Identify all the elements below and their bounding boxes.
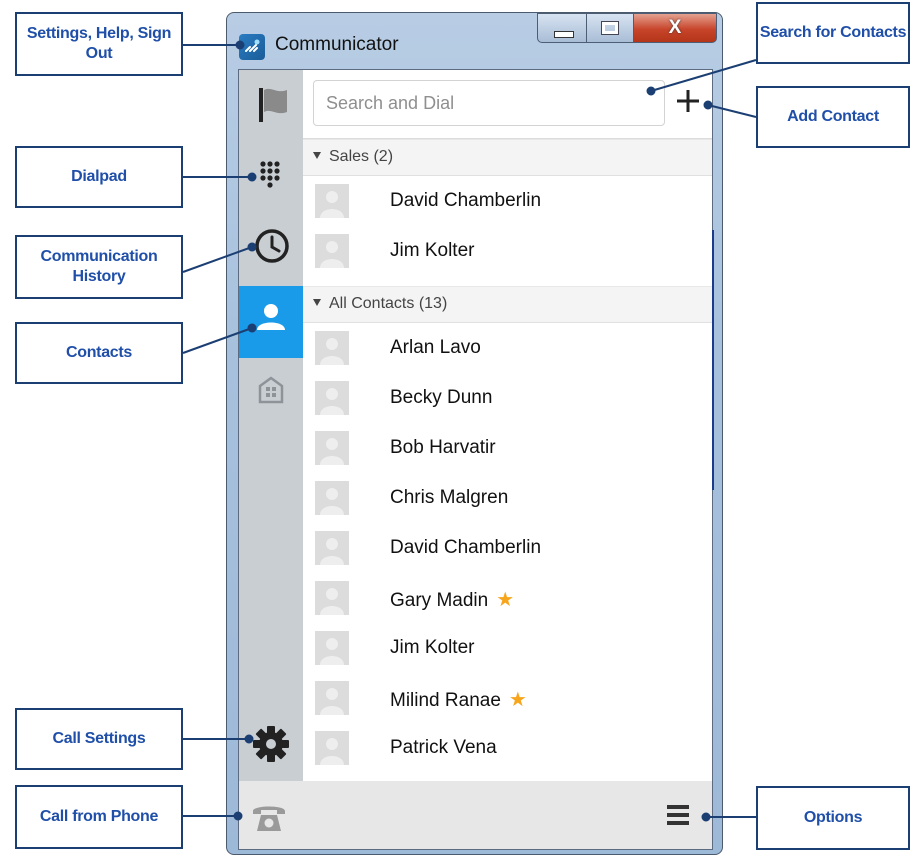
- contact-name: Jim Kolter: [390, 240, 475, 261]
- callout-history: Communication History: [15, 235, 183, 299]
- contact-name-wrap: Gary Madin ★: [390, 587, 514, 612]
- avatar: [315, 381, 349, 415]
- building-icon: [258, 376, 284, 404]
- group-header-all-contacts[interactable]: All Contacts (13): [303, 286, 712, 323]
- app-logo-icon[interactable]: [239, 34, 265, 60]
- collapse-triangle-icon: [313, 152, 321, 159]
- avatar: [315, 234, 349, 268]
- contact-row[interactable]: Jim Kolter: [303, 623, 712, 673]
- window-controls: X: [537, 13, 717, 43]
- client-area: Sales (2) David Chamberlin Jim Kolter Al…: [238, 69, 714, 850]
- contact-name: Milind Ranae: [390, 690, 501, 711]
- collapse-triangle-icon: [313, 299, 321, 306]
- contact-name: Gary Madin: [390, 590, 489, 611]
- callout-add-contact: Add Contact: [756, 86, 910, 148]
- avatar: [315, 681, 349, 715]
- title-bar[interactable]: Communicator X: [227, 13, 722, 69]
- contact-name: David Chamberlin: [390, 537, 542, 558]
- callout-contacts: Contacts: [15, 322, 183, 384]
- contact-name: Bob Harvatir: [390, 437, 496, 458]
- callout-search: Search for Contacts: [756, 2, 910, 64]
- contact-name: David Chamberlin: [390, 190, 542, 211]
- contact-row[interactable]: Gary Madin ★: [303, 573, 712, 623]
- contact-row[interactable]: Becky Dunn: [303, 373, 712, 423]
- callout-settings: Settings, Help, Sign Out: [15, 12, 183, 76]
- phone-icon[interactable]: [249, 801, 289, 833]
- contact-row[interactable]: Patrick Vena: [303, 723, 712, 773]
- callout-call-from-phone: Call from Phone: [15, 785, 183, 849]
- contacts-pane: Sales (2) David Chamberlin Jim Kolter Al…: [303, 70, 712, 781]
- group-header-sales[interactable]: Sales (2): [303, 139, 712, 176]
- scrollbar-thumb[interactable]: [712, 230, 714, 490]
- contact-name: Jim Kolter: [390, 637, 475, 658]
- search-input[interactable]: [313, 80, 665, 126]
- avatar: [315, 631, 349, 665]
- contact-row[interactable]: Bob Harvatir: [303, 423, 712, 473]
- plus-icon: [677, 90, 699, 112]
- communicator-window: Communicator X Search and Dial Sales (2)…: [226, 12, 723, 855]
- callout-call-settings: Call Settings: [15, 708, 183, 770]
- close-button[interactable]: X: [633, 13, 717, 43]
- window-title: Communicator: [275, 34, 399, 55]
- contact-row[interactable]: Milind Ranae ★: [303, 673, 712, 723]
- close-icon: X: [668, 17, 682, 38]
- contacts-icon: [257, 304, 285, 330]
- avatar: [315, 331, 349, 365]
- contact-row[interactable]: Jim Kolter: [303, 226, 712, 276]
- avatar: [315, 731, 349, 765]
- sidebar-item-directory[interactable]: [239, 358, 303, 430]
- contact-name: Arlan Lavo: [390, 337, 481, 358]
- search-row: [303, 70, 712, 139]
- maximize-icon: [601, 21, 619, 35]
- group-label: All Contacts (13): [329, 295, 448, 312]
- sidebar: [239, 70, 303, 781]
- minimize-button[interactable]: [537, 13, 587, 43]
- group-label: Sales (2): [329, 148, 394, 165]
- dialpad-icon: [260, 161, 280, 188]
- clock-icon: [255, 229, 289, 263]
- contact-name: Patrick Vena: [390, 737, 497, 758]
- sidebar-item-call-settings[interactable]: [239, 710, 303, 782]
- favorite-star-icon[interactable]: ★: [509, 689, 527, 711]
- sidebar-item-settings[interactable]: [239, 70, 303, 142]
- minimize-icon: [554, 31, 574, 38]
- contact-row[interactable]: David Chamberlin: [303, 176, 712, 226]
- add-contact-button[interactable]: [673, 86, 703, 116]
- gear-icon: [253, 726, 289, 762]
- flag-icon: [259, 88, 287, 122]
- contact-name: Becky Dunn: [390, 387, 493, 408]
- avatar: [315, 531, 349, 565]
- contact-row[interactable]: Arlan Lavo: [303, 323, 712, 373]
- contact-name: Chris Malgren: [390, 487, 509, 508]
- sidebar-item-contacts[interactable]: [239, 286, 303, 358]
- avatar: [315, 481, 349, 515]
- sidebar-item-dialpad[interactable]: [239, 142, 303, 214]
- avatar: [315, 581, 349, 615]
- callout-dialpad: Dialpad: [15, 146, 183, 208]
- avatar: [315, 431, 349, 465]
- bottom-toolbar: [239, 781, 712, 849]
- contact-row[interactable]: Chris Malgren: [303, 473, 712, 523]
- callout-options: Options: [756, 786, 910, 850]
- hamburger-menu-icon[interactable]: [667, 803, 691, 827]
- avatar: [315, 184, 349, 218]
- favorite-star-icon[interactable]: ★: [496, 589, 514, 611]
- maximize-button[interactable]: [586, 13, 634, 43]
- contact-row[interactable]: David Chamberlin: [303, 523, 712, 573]
- sidebar-item-history[interactable]: [239, 214, 303, 286]
- contact-name-wrap: Milind Ranae ★: [390, 687, 527, 712]
